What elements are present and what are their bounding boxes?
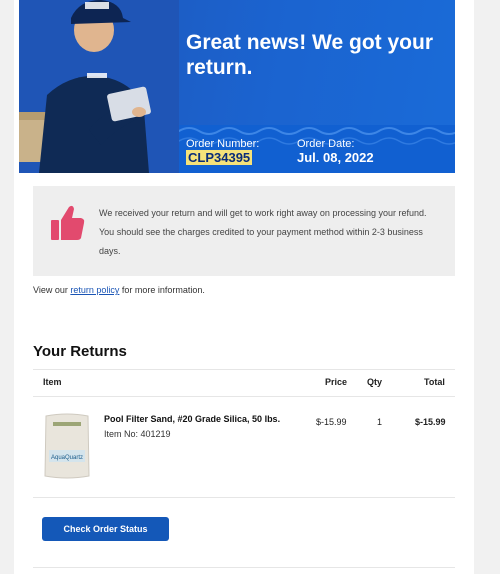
package-label: AquaQuartz [51,455,83,461]
product-total: $-15.99 [415,417,446,427]
order-date-label: Order Date: [297,138,355,150]
thumbs-up-icon [51,205,85,240]
order-number-label: Order Number: [186,138,260,150]
product-item-number: Item No: 401219 [104,429,171,439]
policy-prefix: View our [33,285,71,295]
col-total: Total [424,377,445,387]
notice-text: We received your return and will get to … [99,208,427,256]
returns-title: Your Returns [33,343,127,360]
divider [33,497,455,498]
col-item: Item [43,377,62,387]
divider [33,396,455,397]
product-price: $-15.99 [316,417,347,427]
policy-suffix: for more information. [119,285,205,295]
product-image: AquaQuartz [44,413,90,479]
order-date: Jul. 08, 2022 [297,150,374,165]
divider [33,567,455,568]
product-qty: 1 [377,417,383,427]
policy-line: View our return policy for more informat… [33,285,205,295]
delivery-person-image [19,0,179,173]
col-price: Price [325,377,348,387]
hero-title: Great news! We got your return. [186,31,433,79]
product-name: Pool Filter Sand, #20 Grade Silica, 50 l… [104,414,281,424]
col-qty: Qty [367,377,383,387]
check-order-status-button[interactable]: Check Order Status [42,517,169,541]
divider [33,369,455,370]
return-policy-link[interactable]: return policy [70,285,119,295]
hero-banner: Great news! We got your return. Order Nu… [19,0,455,173]
return-notice: We received your return and will get to … [33,186,455,276]
order-number: CLP34395 [186,150,253,165]
